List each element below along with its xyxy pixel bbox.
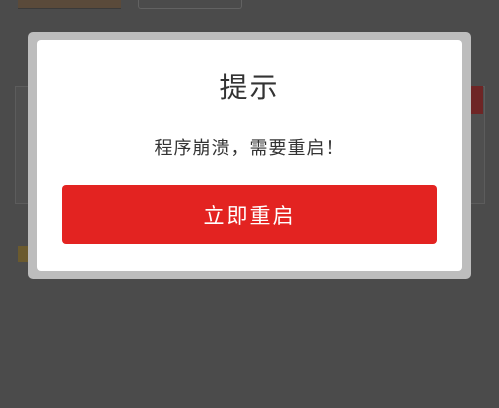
background-thumbnail-image	[18, 0, 121, 9]
restart-now-button[interactable]: 立即重启	[62, 185, 437, 244]
background-text-fragment	[18, 246, 28, 262]
app-screen: 提示 程序崩溃，需要重启！ 立即重启	[0, 0, 499, 408]
dialog-title: 提示	[219, 71, 280, 104]
restart-now-button-label: 立即重启	[203, 203, 296, 228]
background-option-box	[138, 0, 242, 9]
dialog-message: 程序崩溃，需要重启！	[154, 138, 345, 159]
